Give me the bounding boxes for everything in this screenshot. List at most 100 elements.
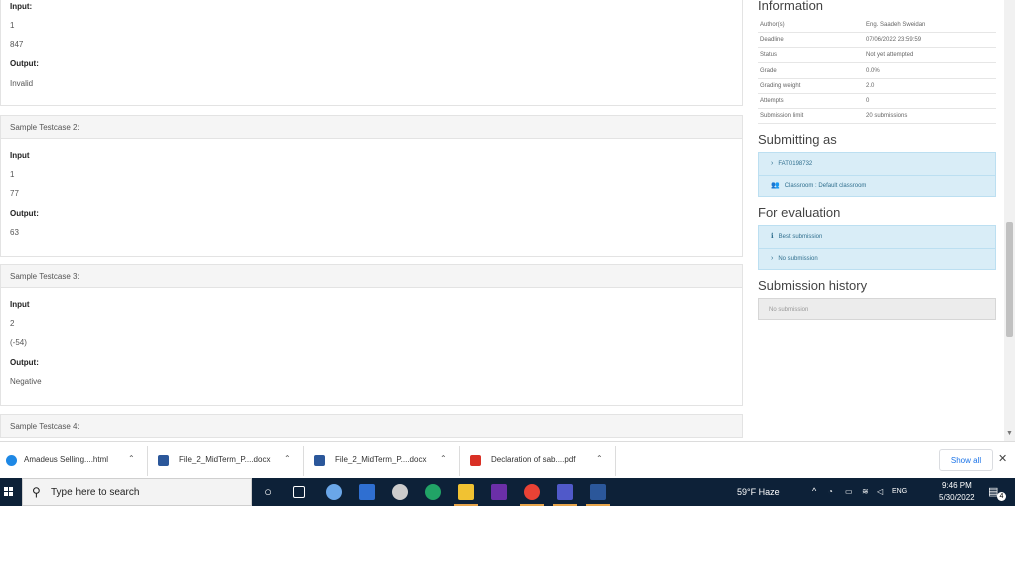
no-submission-label: No submission — [778, 256, 818, 262]
output-value: Negative — [10, 377, 42, 386]
word-doc-icon — [314, 455, 325, 466]
download-item[interactable]: Amadeus Selling....html ⌃ — [0, 446, 148, 476]
users-icon: 👥 — [771, 182, 780, 189]
classroom-item[interactable]: 👥 Classroom : Default classroom — [759, 175, 995, 197]
search-icon: ⚲ — [32, 485, 41, 499]
search-placeholder: Type here to search — [51, 487, 140, 498]
download-item[interactable]: Declaration of sab....pdf ⌃ — [464, 446, 616, 476]
testcase-3-header: Sample Testcase 3: — [0, 264, 743, 288]
speaker-icon[interactable]: ◁ — [877, 487, 883, 496]
input-value: 847 — [10, 40, 24, 49]
download-name: File_2_MidTerm_P....docx — [335, 455, 427, 464]
weather-widget[interactable]: 59°F Haze — [737, 487, 780, 497]
input-label: Input — [10, 151, 30, 160]
info-value: 0.0% — [866, 68, 880, 74]
chevron-up-icon[interactable]: ⌃ — [440, 454, 447, 463]
clock-date[interactable]: 5/30/2022 — [939, 493, 975, 502]
submitting-as-title: Submitting as — [758, 132, 837, 147]
scroll-down-arrow-icon[interactable]: ▼ — [1006, 430, 1013, 437]
info-value: Eng. Saadeh Sweidan — [866, 22, 926, 28]
info-value: Not yet attempted — [866, 52, 914, 58]
teams-icon[interactable] — [557, 484, 573, 500]
show-all-button[interactable]: Show all — [939, 449, 993, 471]
user-item[interactable]: › FAT0198732 — [759, 153, 995, 175]
battery-icon[interactable]: ▭ — [845, 487, 853, 496]
edge-icon[interactable] — [425, 484, 441, 500]
chevron-up-icon[interactable]: ⌃ — [128, 454, 135, 463]
input-value: 2 — [10, 319, 15, 328]
chrome-icon[interactable] — [524, 484, 540, 500]
wifi-icon[interactable]: ≋ — [862, 487, 869, 496]
cortana-icon[interactable]: ○ — [260, 484, 276, 500]
chevron-right-icon: › — [771, 160, 774, 167]
download-name: File_2_MidTerm_P....docx — [179, 455, 271, 464]
download-bar: Amadeus Selling....html ⌃ File_2_MidTerm… — [0, 441, 1015, 478]
testcase-4-header: Sample Testcase 4: — [0, 414, 743, 438]
download-item[interactable]: File_2_MidTerm_P....docx ⌃ — [308, 446, 460, 476]
clock-time[interactable]: 9:46 PM — [942, 481, 972, 490]
active-indicator — [553, 504, 577, 506]
input-value: 1 — [10, 21, 15, 30]
output-value: 63 — [10, 228, 19, 237]
output-label: Output: — [10, 358, 39, 367]
info-row-submission-limit: Submission limit 20 submissions — [758, 109, 996, 124]
no-submission-item[interactable]: › No submission — [759, 248, 995, 270]
submission-history-title: Submission history — [758, 278, 868, 293]
testcase-3-body: Input 2 (-54) Output: Negative — [0, 288, 743, 406]
close-icon[interactable]: ✕ — [998, 452, 1007, 465]
info-value: 2.0 — [866, 83, 875, 89]
download-name: Amadeus Selling....html — [24, 455, 109, 464]
download-item[interactable]: File_2_MidTerm_P....docx ⌃ — [152, 446, 304, 476]
language-indicator[interactable]: ENG — [892, 488, 907, 495]
info-key: Submission limit — [760, 113, 804, 119]
info-row-grading-weight: Grading weight 2.0 — [758, 79, 996, 94]
info-value: 20 submissions — [866, 113, 908, 119]
pdf-icon — [470, 455, 481, 466]
input-label: Input — [10, 300, 30, 309]
testcase-1-body: Input: 1 847 Output: Invalid — [0, 0, 743, 106]
chevron-up-icon[interactable]: ⌃ — [596, 454, 603, 463]
visual-studio-icon[interactable] — [491, 484, 507, 500]
windows-start-button[interactable] — [0, 478, 22, 506]
taskbar-search[interactable]: ⚲ Type here to search — [22, 478, 252, 506]
word-icon[interactable] — [590, 484, 606, 500]
info-value: 0 — [866, 98, 870, 104]
windows-logo-icon — [9, 487, 13, 491]
submitting-as-panel: › FAT0198732 👥 Classroom : Default classro… — [758, 152, 996, 197]
info-row-status: Status Not yet attempted — [758, 48, 996, 63]
store-icon[interactable] — [359, 484, 375, 500]
testcase-2-body: Input 1 77 Output: 63 — [0, 139, 743, 257]
scrollbar-thumb[interactable] — [1006, 222, 1013, 337]
app-icon[interactable] — [392, 484, 408, 500]
info-key: Deadline — [760, 37, 784, 43]
output-label: Output: — [10, 209, 39, 218]
file-explorer-icon[interactable] — [458, 484, 474, 500]
edge-html-icon — [6, 455, 17, 466]
active-indicator — [454, 504, 478, 506]
info-key: Grading weight — [760, 83, 801, 89]
user-id: FAT0198732 — [778, 161, 813, 167]
windows-logo-icon — [4, 492, 8, 496]
task-view-icon[interactable] — [293, 486, 305, 498]
info-key: Grade — [760, 68, 777, 74]
chevron-up-icon[interactable]: ^ — [812, 486, 816, 496]
chevron-up-icon[interactable]: ⌃ — [284, 454, 291, 463]
for-evaluation-title: For evaluation — [758, 205, 841, 220]
browser-page: Input: 1 847 Output: Invalid Sample Test… — [0, 0, 1015, 441]
info-row-grade: Grade 0.0% — [758, 64, 996, 79]
for-evaluation-panel: ℹ Best submission › No submission — [758, 225, 996, 270]
info-value: 07/06/2022 23:59:59 — [866, 37, 922, 43]
download-name: Declaration of sab....pdf — [491, 455, 576, 464]
info-row-authors: Author(s) Eng. Saadeh Sweidan — [758, 18, 996, 33]
page-scrollbar[interactable]: ▼ — [1004, 0, 1015, 441]
task-info-sidebar: Information Author(s) Eng. Saadeh Sweidan… — [758, 0, 996, 441]
info-key: Author(s) — [760, 22, 785, 28]
active-indicator — [520, 504, 544, 506]
network-icon[interactable]: ◔ — [828, 487, 833, 496]
info-key: Attempts — [760, 98, 784, 104]
info-icon: ℹ — [771, 233, 774, 240]
active-indicator — [586, 504, 610, 506]
best-submission-item[interactable]: ℹ Best submission — [759, 226, 995, 248]
testcases-column: Input: 1 847 Output: Invalid Sample Test… — [0, 0, 743, 441]
photos-icon[interactable] — [326, 484, 342, 500]
